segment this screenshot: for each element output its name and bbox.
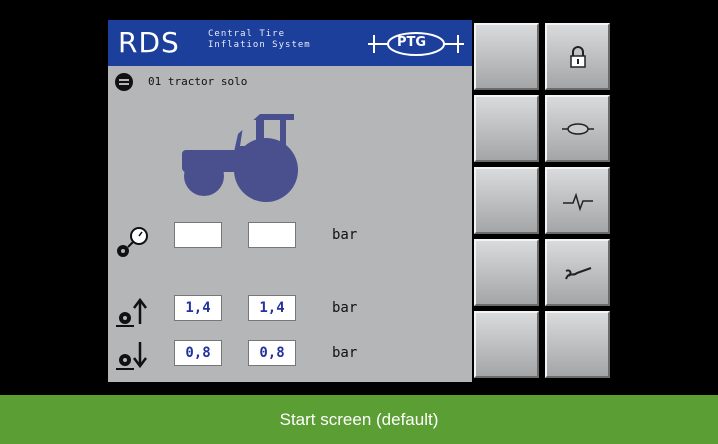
brand-subtitle: Central Tire Inflation System (208, 29, 311, 50)
menu-icon[interactable] (115, 73, 133, 91)
unit-label: bar (332, 300, 358, 316)
caption-bar: Start screen (default) (0, 395, 718, 444)
header-bar: RDS Central Tire Inflation System PTG (108, 20, 472, 66)
softkey-right-5[interactable] (545, 311, 610, 378)
tractor-icon (182, 114, 298, 202)
softkey-left-1[interactable] (474, 23, 539, 90)
actual-pressure-front (174, 222, 222, 248)
tire-pressure-down-icon (116, 342, 147, 370)
tire-pressure-up-icon (116, 297, 147, 327)
softkey-left-4[interactable] (474, 239, 539, 306)
vehicle-name: 01 tractor solo (148, 75, 248, 88)
main-panel: RDS Central Tire Inflation System PTG 01… (108, 20, 472, 382)
ptg-logo-text: PTG (397, 35, 427, 50)
softkey-left-5[interactable] (474, 311, 539, 378)
road-pressure-rear[interactable]: 1,4 (248, 295, 296, 321)
settings-button[interactable] (545, 239, 610, 306)
unit-label: bar (332, 227, 358, 243)
softkey-left-2[interactable] (474, 95, 539, 162)
actual-pressure-rear (248, 222, 296, 248)
terminal-screen: RDS Central Tire Inflation System PTG 01… (108, 20, 614, 382)
diagnostics-button[interactable] (545, 167, 610, 234)
lock-button[interactable] (545, 23, 610, 90)
field-pressure-rear[interactable]: 0,8 (248, 340, 296, 366)
field-pressure-front[interactable]: 0,8 (174, 340, 222, 366)
wrench-icon (564, 266, 591, 279)
unit-label: bar (332, 345, 358, 361)
softkey-left-3[interactable] (474, 167, 539, 234)
ptg-logo: PTG (366, 30, 466, 58)
lock-icon (569, 45, 586, 68)
brand-title: RDS (118, 26, 180, 59)
tire-gauge-icon (117, 227, 148, 257)
ptg-button[interactable] (545, 95, 610, 162)
pulse-icon (562, 192, 593, 211)
ptg-logo-icon (561, 122, 594, 135)
road-pressure-front[interactable]: 1,4 (174, 295, 222, 321)
